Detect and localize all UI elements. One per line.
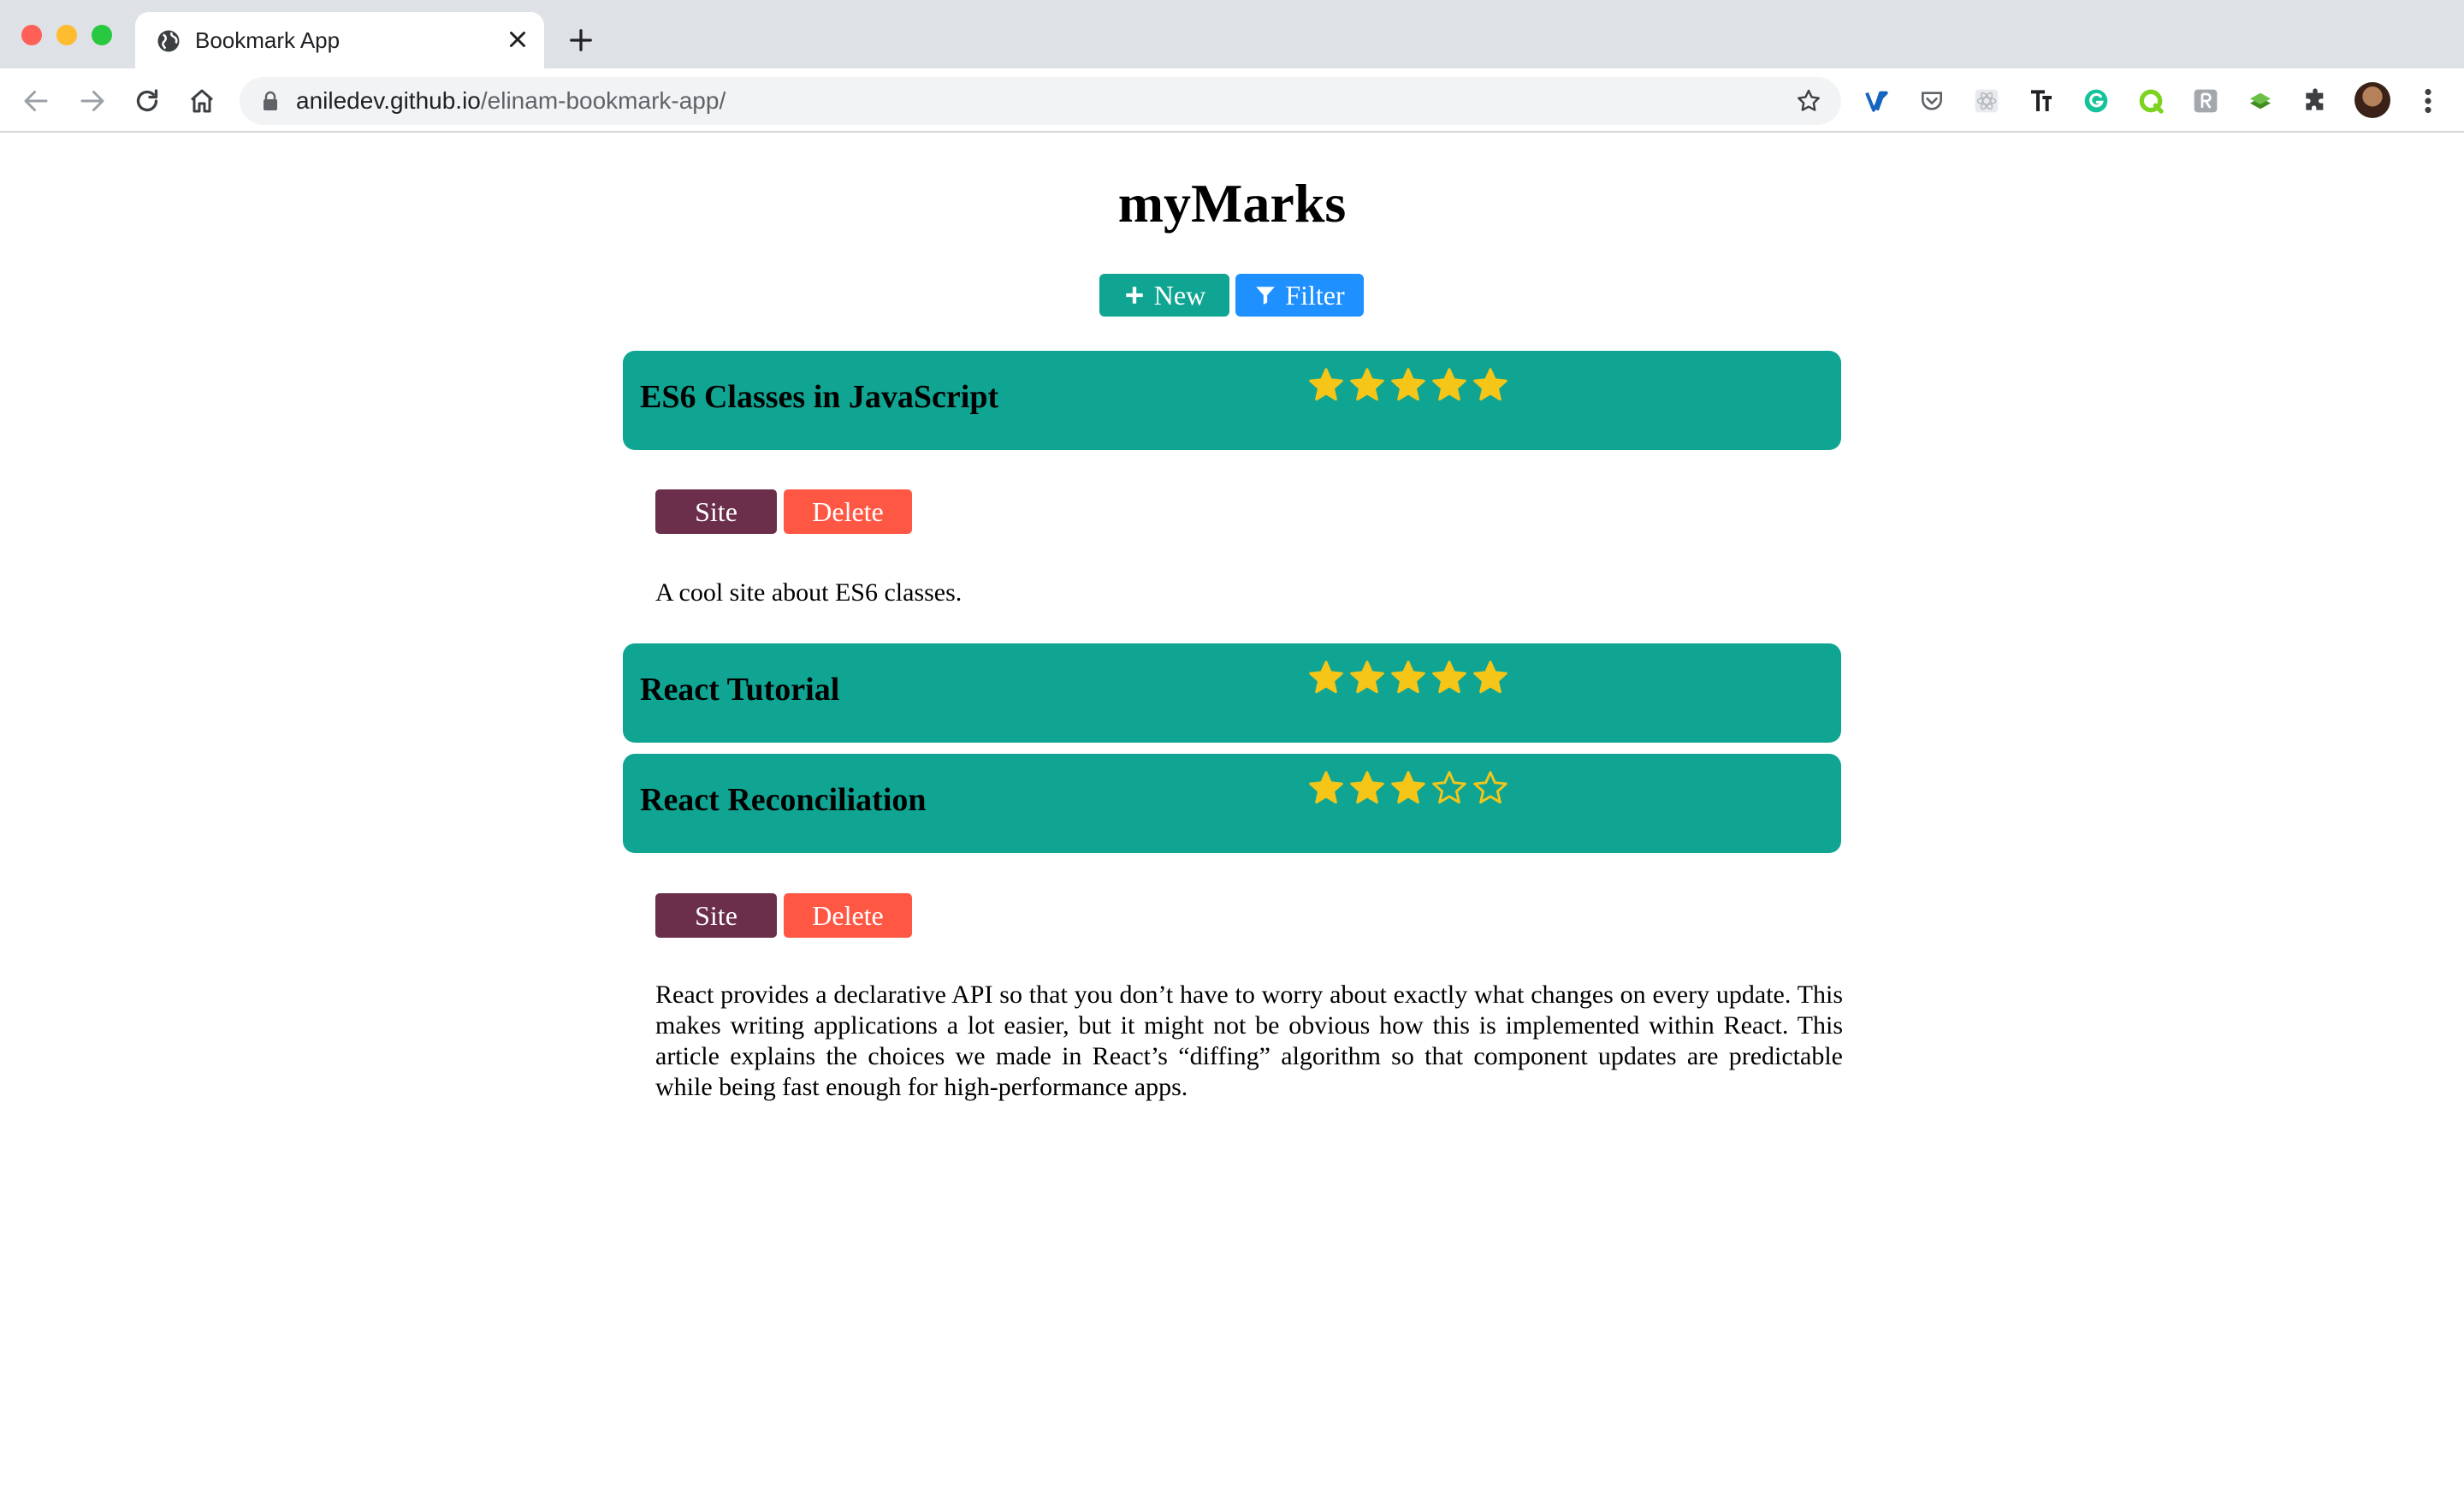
back-arrow-icon[interactable] bbox=[21, 86, 51, 116]
bookmark-card[interactable]: ES6 Classes in JavaScript bbox=[623, 351, 1841, 450]
new-button-label: New bbox=[1153, 279, 1206, 311]
filter-button-label: Filter bbox=[1285, 279, 1345, 311]
star-empty-icon bbox=[1432, 771, 1466, 804]
stack-extension-icon[interactable] bbox=[2247, 87, 2274, 115]
star-rating bbox=[1307, 659, 1509, 696]
star-filled-icon bbox=[1432, 661, 1466, 694]
star-filled-icon bbox=[1473, 661, 1507, 694]
bookmark-card[interactable]: React Reconciliation bbox=[623, 754, 1841, 853]
reload-icon[interactable] bbox=[132, 86, 163, 116]
forward-arrow-icon[interactable] bbox=[77, 86, 108, 116]
plus-icon bbox=[1126, 287, 1143, 304]
url-text: aniledev.github.io/elinam-bookmark-app/ bbox=[296, 87, 726, 114]
tab-strip: Bookmark App bbox=[0, 0, 2464, 68]
bookmark-card[interactable]: React Tutorial bbox=[623, 643, 1841, 743]
browser-tab[interactable]: Bookmark App bbox=[135, 12, 544, 68]
chat-extension-icon[interactable] bbox=[2137, 87, 2165, 115]
globe-icon bbox=[157, 30, 180, 52]
bookmark-title: React Reconciliation bbox=[640, 782, 927, 818]
filter-button[interactable]: Filter bbox=[1235, 274, 1364, 317]
minimize-window-button[interactable] bbox=[56, 25, 77, 45]
app-title: myMarks bbox=[1117, 173, 1347, 234]
bookmark-description: A cool site about ES6 classes. bbox=[655, 578, 962, 607]
bookmark-title: React Tutorial bbox=[640, 672, 840, 708]
star-empty-icon bbox=[1473, 771, 1507, 804]
filter-icon bbox=[1256, 287, 1276, 305]
maximize-window-button[interactable] bbox=[92, 25, 112, 45]
star-filled-icon bbox=[1309, 661, 1343, 694]
site-button[interactable]: Site bbox=[655, 489, 777, 534]
vimeo-extension-icon[interactable] bbox=[1863, 87, 1891, 115]
star-filled-icon bbox=[1432, 368, 1466, 401]
star-filled-icon bbox=[1391, 661, 1425, 694]
star-filled-icon bbox=[1309, 771, 1343, 804]
star-filled-icon bbox=[1350, 368, 1384, 401]
browser-chrome: Bookmark App aniledev.github.io/elinam-b… bbox=[0, 0, 2464, 133]
home-icon[interactable] bbox=[187, 86, 217, 116]
bookmark-title: ES6 Classes in JavaScript bbox=[640, 379, 999, 415]
rss-extension-icon[interactable] bbox=[2192, 87, 2219, 115]
page-content: myMarks New Filter ES6 Classes in JavaSc… bbox=[0, 133, 2464, 1499]
bookmark-description: React provides a declarative API so that… bbox=[655, 981, 1843, 1101]
puzzle-extensions-icon[interactable] bbox=[2301, 87, 2329, 115]
delete-button[interactable]: Delete bbox=[784, 489, 912, 534]
grammarly-extension-icon[interactable] bbox=[2082, 87, 2110, 115]
star-filled-icon bbox=[1391, 771, 1425, 804]
profile-avatar[interactable] bbox=[2354, 82, 2390, 118]
star-filled-icon bbox=[1391, 368, 1425, 401]
star-filled-icon bbox=[1350, 771, 1384, 804]
browser-toolbar: aniledev.github.io/elinam-bookmark-app/ bbox=[0, 68, 2464, 133]
star-filled-icon bbox=[1473, 368, 1507, 401]
star-rating bbox=[1307, 769, 1509, 807]
text-extension-icon[interactable] bbox=[2028, 87, 2055, 115]
delete-button[interactable]: Delete bbox=[784, 893, 912, 938]
close-tab-icon[interactable] bbox=[505, 27, 530, 52]
new-tab-icon[interactable] bbox=[568, 27, 594, 53]
close-window-button[interactable] bbox=[21, 25, 42, 45]
kebab-menu-icon[interactable] bbox=[2418, 86, 2438, 116]
bookmark-star-icon[interactable] bbox=[1795, 87, 1822, 115]
star-rating bbox=[1307, 366, 1509, 404]
address-bar[interactable]: aniledev.github.io/elinam-bookmark-app/ bbox=[240, 77, 1841, 125]
site-button[interactable]: Site bbox=[655, 893, 777, 938]
new-bookmark-button[interactable]: New bbox=[1099, 274, 1229, 317]
star-filled-icon bbox=[1350, 661, 1384, 694]
tab-title: Bookmark App bbox=[195, 27, 341, 53]
star-filled-icon bbox=[1309, 368, 1343, 401]
react-devtools-extension-icon[interactable] bbox=[1973, 87, 2000, 115]
lock-icon bbox=[264, 91, 277, 110]
pocket-extension-icon[interactable] bbox=[1918, 87, 1946, 115]
